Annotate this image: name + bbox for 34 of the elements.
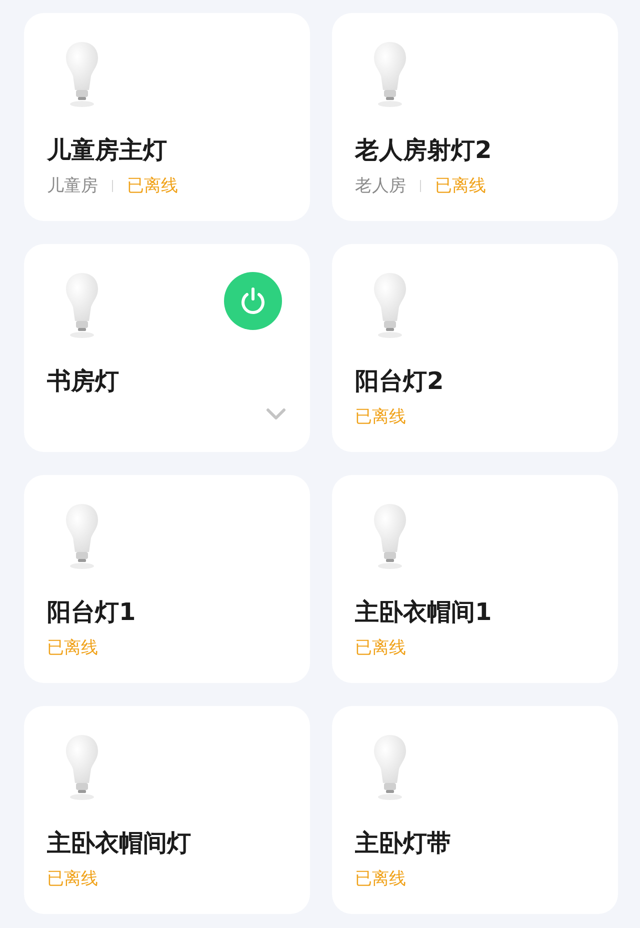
device-card[interactable]: 儿童房主灯 儿童房 已离线 [24, 13, 310, 221]
room-label: 儿童房 [47, 175, 98, 197]
status-label: 已离线 [355, 637, 406, 659]
light-bulb-icon [63, 40, 101, 108]
status-label: 已离线 [47, 637, 98, 659]
room-label: 老人房 [355, 175, 406, 197]
light-bulb-icon [371, 502, 409, 570]
status-label: 已离线 [435, 175, 486, 197]
status-label: 已离线 [355, 868, 406, 890]
device-card[interactable]: 阳台灯2 已离线 [332, 244, 618, 452]
device-name: 主卧灯带 [355, 828, 452, 859]
light-bulb-icon [63, 502, 101, 570]
device-name: 主卧衣帽间1 [355, 597, 493, 628]
device-card[interactable]: 主卧灯带 已离线 [332, 706, 618, 914]
device-card[interactable]: 老人房射灯2 老人房 已离线 [332, 13, 618, 221]
device-name: 主卧衣帽间灯 [47, 828, 192, 859]
device-name: 书房灯 [47, 366, 120, 397]
device-name: 阳台灯2 [355, 366, 445, 397]
device-card[interactable]: 书房灯 [24, 244, 310, 452]
light-bulb-icon [371, 733, 409, 801]
light-bulb-icon [371, 40, 409, 108]
device-card[interactable]: 主卧衣帽间灯 已离线 [24, 706, 310, 914]
device-name: 阳台灯1 [47, 597, 137, 628]
device-name: 老人房射灯2 [355, 135, 493, 166]
status-label: 已离线 [47, 868, 98, 890]
status-label: 已离线 [127, 175, 178, 197]
light-bulb-icon [63, 733, 101, 801]
device-card[interactable]: 主卧衣帽间1 已离线 [332, 475, 618, 683]
device-card[interactable]: 阳台灯1 已离线 [24, 475, 310, 683]
light-bulb-icon [371, 271, 409, 339]
light-bulb-icon [63, 271, 101, 339]
chevron-down-icon[interactable] [266, 408, 286, 420]
device-name: 儿童房主灯 [47, 135, 168, 166]
status-label: 已离线 [355, 406, 406, 428]
